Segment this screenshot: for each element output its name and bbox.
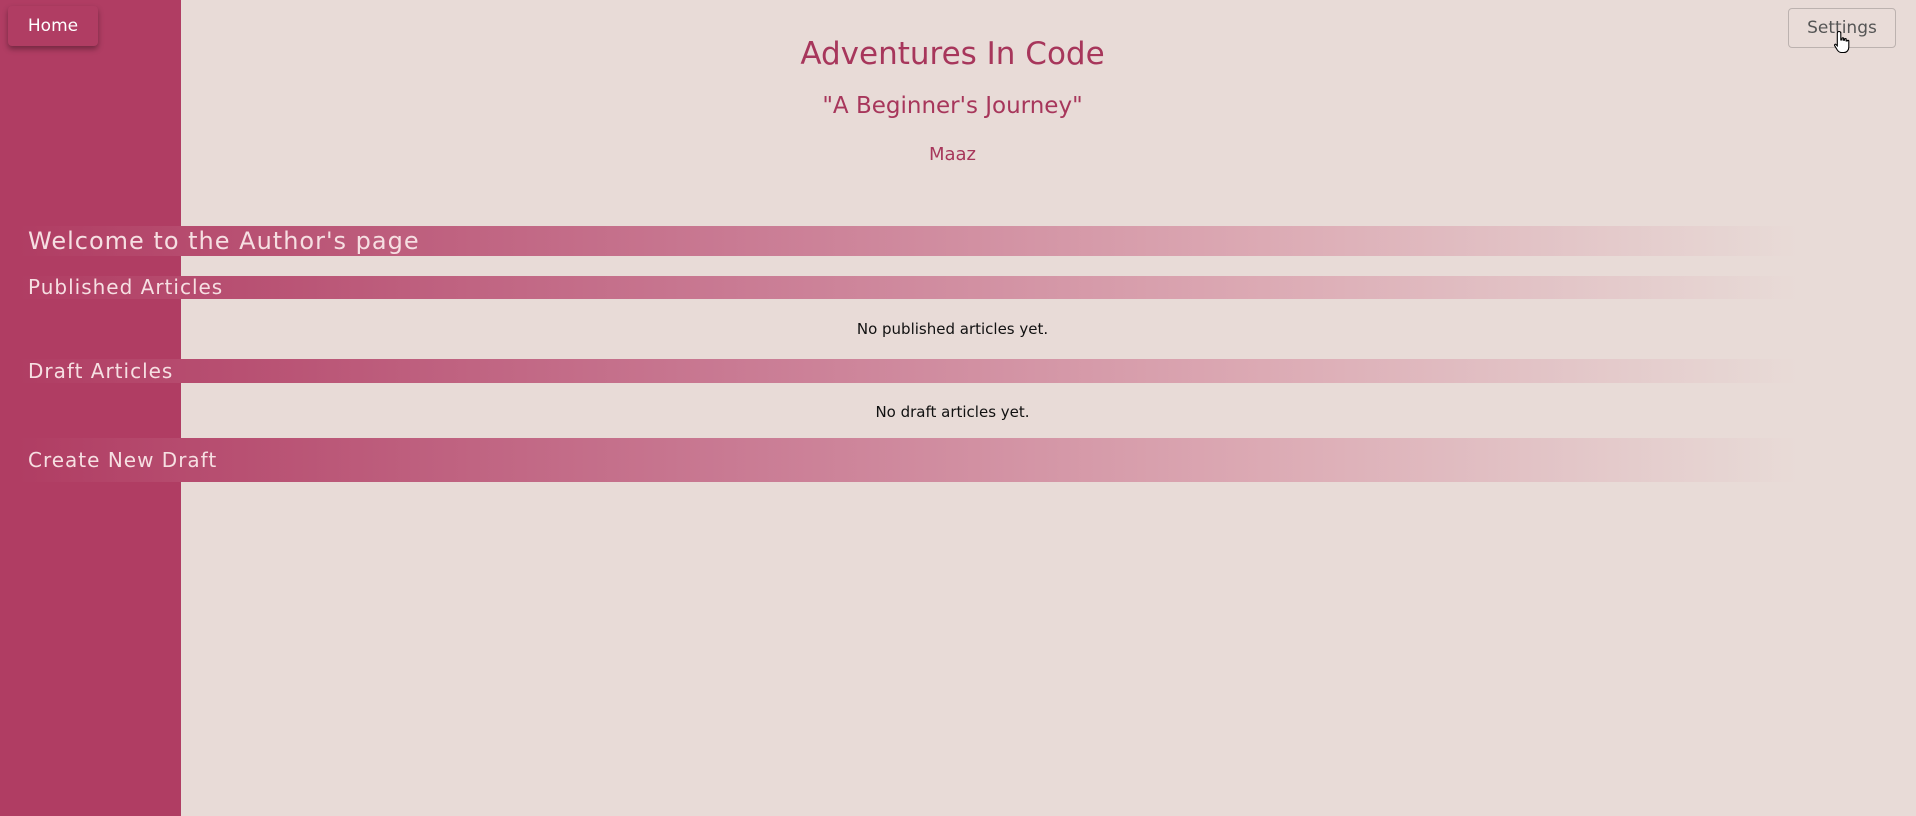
published-articles-heading: Published Articles: [18, 276, 1798, 299]
welcome-heading: Welcome to the Author's page: [18, 226, 1798, 256]
author-name: Maaz: [928, 144, 977, 165]
hand-pointer-icon: [1833, 30, 1850, 54]
blog-subtitle: "A Beginner's Journey": [822, 93, 1083, 119]
draft-empty-message: No draft articles yet.: [875, 403, 1030, 421]
create-new-draft-button[interactable]: Create New Draft: [18, 438, 1798, 482]
home-button[interactable]: Home: [8, 6, 98, 46]
sidebar: [0, 0, 181, 816]
blog-title: Adventures In Code: [800, 36, 1105, 72]
published-empty-message: No published articles yet.: [856, 320, 1049, 338]
author-page: Home Settings Adventures In Code "A Begi…: [0, 0, 1916, 816]
draft-articles-heading: Draft Articles: [18, 359, 1798, 383]
